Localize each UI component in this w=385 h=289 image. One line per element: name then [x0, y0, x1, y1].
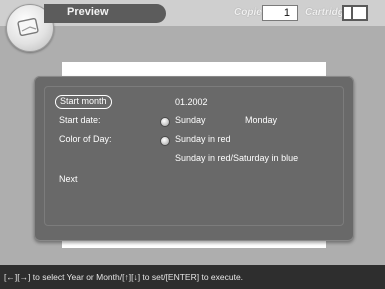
- screen-title: Preview: [67, 6, 109, 18]
- help-bar: [←][→] to select Year or Month/[↑][↓] to…: [0, 265, 385, 289]
- start-month-label[interactable]: Start month: [55, 95, 112, 109]
- start-date-radio-sunday[interactable]: [160, 117, 170, 127]
- option-sunday[interactable]: Sunday: [175, 115, 206, 125]
- help-text: [←][→] to select Year or Month/[↑][↓] to…: [4, 272, 244, 282]
- color-radio-sunday-red[interactable]: [160, 136, 170, 146]
- option-monday[interactable]: Monday: [245, 115, 277, 125]
- next-button[interactable]: Next: [59, 174, 78, 184]
- copies-field[interactable]: 1: [262, 5, 298, 21]
- start-date-label: Start date:: [59, 115, 101, 125]
- copies-value: 1: [283, 7, 290, 19]
- calendar-settings-dialog: Start month 01.2002 Start date: Sunday M…: [34, 76, 354, 241]
- option-sunday-red-saturday-blue[interactable]: Sunday in red/Saturday in blue: [175, 153, 298, 163]
- cartridge-status-icon: [342, 5, 368, 21]
- cartridge-divider: [351, 7, 353, 19]
- option-sunday-in-red[interactable]: Sunday in red: [175, 134, 231, 144]
- color-of-day-label: Color of Day:: [59, 134, 112, 144]
- start-month-value: 01.2002: [175, 97, 208, 107]
